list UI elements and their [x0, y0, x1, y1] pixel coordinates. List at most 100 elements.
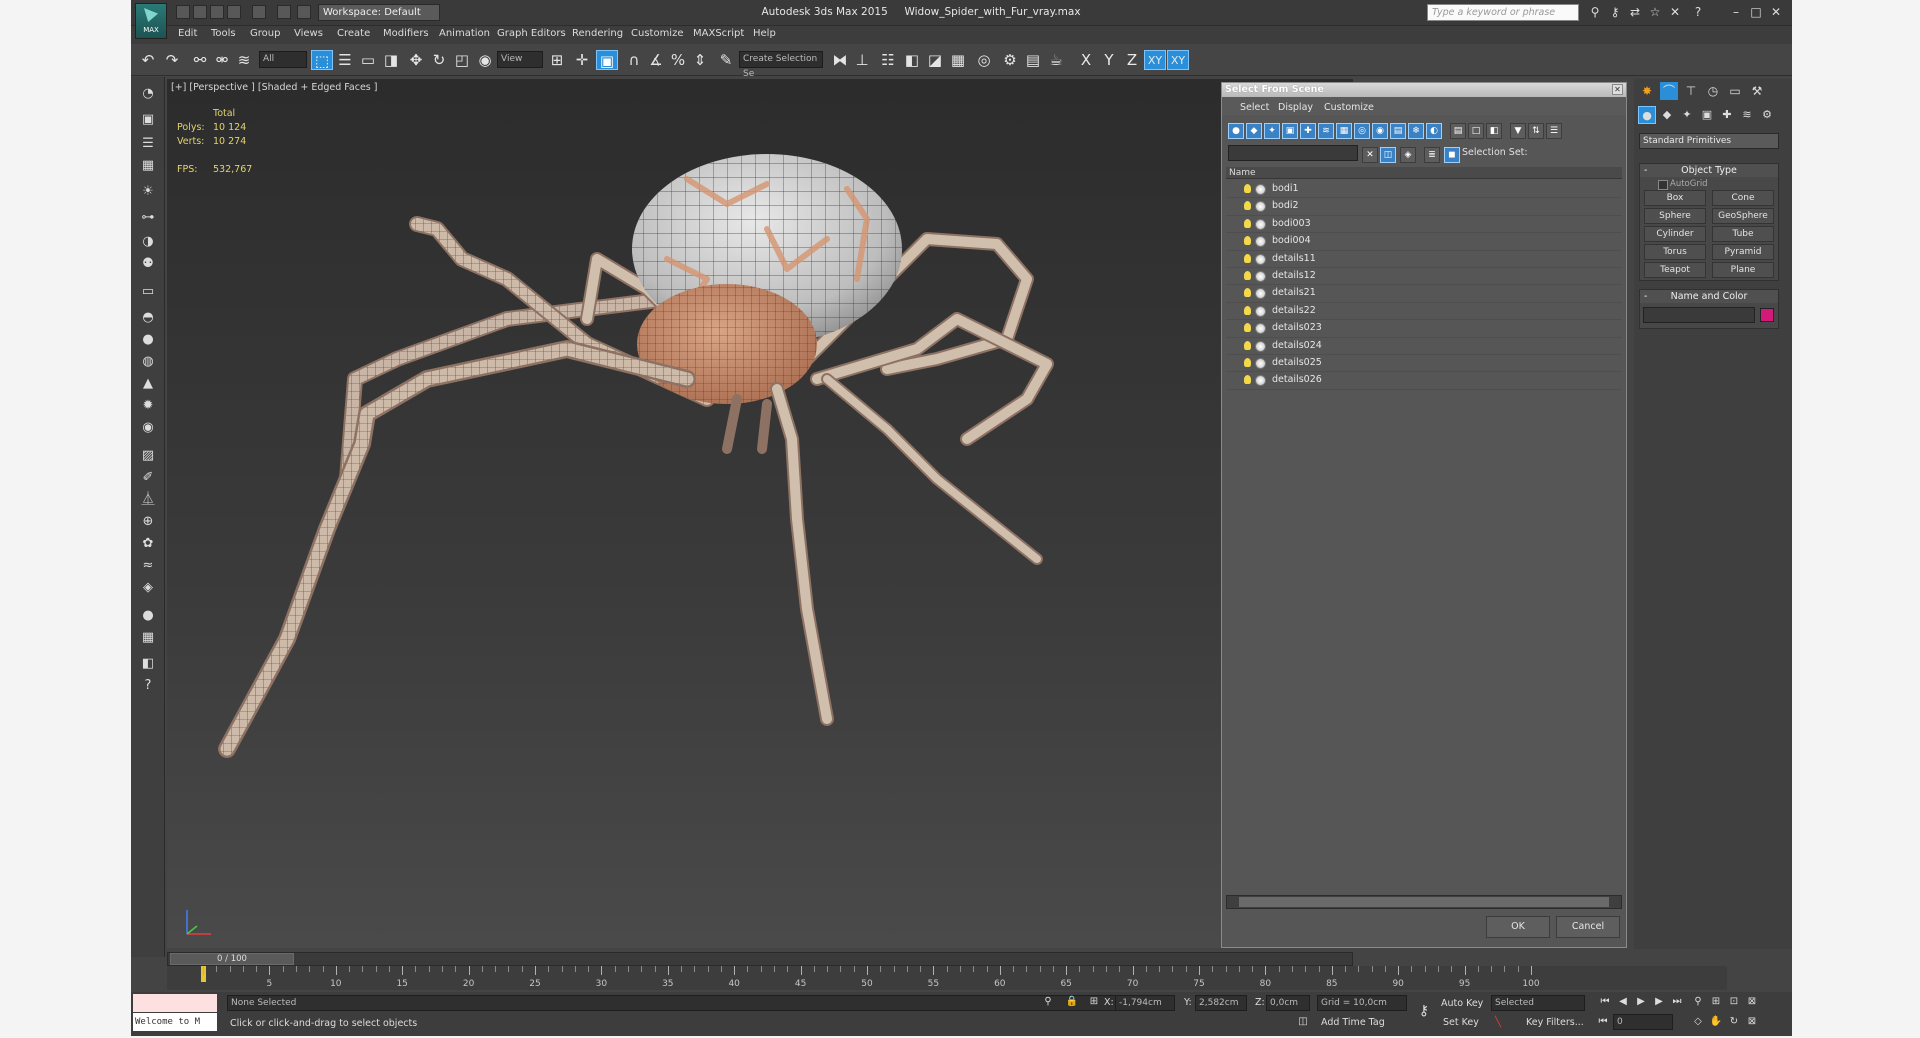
object-visibility-icon[interactable] [1255, 340, 1266, 352]
torus-button[interactable]: Torus [1644, 244, 1706, 260]
batch-render-icon[interactable]: ◧ [139, 655, 157, 673]
plane-object-icon[interactable]: ▭ [139, 283, 157, 301]
object-color-swatch[interactable] [1760, 308, 1774, 322]
list-item[interactable]: details026 [1226, 372, 1622, 390]
object-visibility-icon[interactable] [1255, 253, 1266, 265]
object-name-field[interactable] [1643, 307, 1755, 323]
orbit-icon[interactable]: ↻ [1727, 1015, 1741, 1029]
select-manipulate-icon[interactable]: ✛ [571, 50, 593, 70]
field-of-view-icon[interactable]: ◇ [1691, 1015, 1705, 1029]
list-item[interactable]: details21 [1226, 285, 1622, 303]
unlink-icon[interactable]: ⚮ [211, 50, 233, 70]
camera-icon[interactable]: ⚉ [139, 255, 157, 273]
filter-space-warps-icon[interactable]: ≋ [1318, 123, 1334, 139]
sky-light-icon[interactable]: ◉ [139, 419, 157, 437]
filter-helpers-icon[interactable]: ✚ [1300, 123, 1316, 139]
menu-modifiers[interactable]: Modifiers [383, 28, 429, 39]
hierarchy-tab-icon[interactable]: ⊤ [1682, 82, 1700, 100]
cone-button[interactable]: Cone [1712, 190, 1774, 206]
sphere-object-icon[interactable]: ● [139, 331, 157, 349]
globe-icon[interactable]: ⊕ [139, 513, 157, 531]
close-window-icon[interactable]: ✕ [1769, 5, 1783, 19]
helpers-category-icon[interactable]: ✚ [1718, 106, 1736, 124]
binoculars-icon[interactable]: ⚲ [1588, 5, 1602, 19]
cancel-button[interactable]: Cancel [1556, 916, 1620, 938]
menu-edit[interactable]: Edit [178, 28, 197, 39]
track-bar[interactable]: 5 10 15 20 25 30 35 40 45 50 55 60 65 70 75 80 85 90 95 100 [167, 966, 1727, 990]
light-bulb-icon[interactable] [1244, 236, 1251, 246]
spinner-snap-icon[interactable]: ⇕ [689, 50, 711, 70]
new-file-icon[interactable] [176, 5, 190, 19]
z-coordinate-field[interactable]: 0,0cm [1266, 995, 1310, 1011]
curve-editor-icon[interactable]: ◪ [924, 50, 946, 70]
workspace-dropdown[interactable]: Workspace: Default [318, 4, 440, 21]
project-folder-icon[interactable] [277, 5, 291, 19]
time-slider-thumb[interactable]: 0 / 100 [170, 953, 294, 965]
key-icon[interactable]: ╲ [1491, 1016, 1505, 1030]
pivot-center-icon[interactable]: ⊞ [546, 50, 568, 70]
time-slider[interactable]: 0 / 100 [167, 952, 1353, 966]
align-icon[interactable]: ⊥ [851, 50, 873, 70]
rendered-frame-icon[interactable]: ▤ [1022, 50, 1044, 70]
mirror-icon[interactable]: ⧓ [829, 50, 851, 70]
help-icon[interactable]: ? [1691, 5, 1705, 19]
select-by-name-icon[interactable]: ☰ [334, 50, 356, 70]
torus-object-icon[interactable]: ◍ [139, 353, 157, 371]
menu-rendering[interactable]: Rendering [572, 28, 623, 39]
info-icon[interactable]: ? [139, 677, 157, 695]
menu-tools[interactable]: Tools [211, 28, 236, 39]
utilities-tab-icon[interactable]: ⚒ [1748, 82, 1766, 100]
window-crossing-icon[interactable]: ◨ [380, 50, 402, 70]
angle-snap-icon[interactable]: ∡ [645, 50, 667, 70]
axis-xy-button[interactable]: XY [1144, 50, 1166, 70]
key-icon[interactable]: ⚷ [1608, 5, 1622, 19]
light-bulb-icon[interactable] [1244, 340, 1251, 350]
cameras-category-icon[interactable]: ▣ [1698, 106, 1716, 124]
orbit-icon[interactable]: ◑ [139, 233, 157, 251]
filter-geometry-icon[interactable]: ● [1228, 123, 1244, 139]
zoom-extents-all-icon[interactable]: ⊠ [1745, 995, 1759, 1009]
table-icon[interactable]: ▦ [139, 157, 157, 175]
go-to-end-icon[interactable]: ⏭ [1670, 995, 1684, 1009]
filter-cameras-icon[interactable]: ▣ [1282, 123, 1298, 139]
light-bulb-icon[interactable] [1244, 218, 1251, 228]
play-icon[interactable]: ▶ [1634, 995, 1648, 1009]
y-coordinate-field[interactable]: 2,582cm [1195, 995, 1247, 1011]
lights-category-icon[interactable]: ✦ [1678, 106, 1696, 124]
layer-manager-icon[interactable]: ◧ [901, 50, 923, 70]
time-tag-icon[interactable]: ◫ [1296, 1015, 1310, 1029]
filter-containers-icon[interactable]: ▤ [1390, 123, 1406, 139]
selection-lock-icon[interactable]: 🔒 [1065, 995, 1079, 1009]
axis-y-button[interactable]: Y [1098, 50, 1120, 70]
find-case-icon[interactable]: ◫ [1380, 147, 1396, 163]
scrollbar-thumb[interactable] [1239, 897, 1609, 907]
geometry-category-icon[interactable]: ● [1638, 106, 1656, 124]
light-bulb-icon[interactable]: ☀ [139, 183, 157, 201]
axis-x-button[interactable]: X [1075, 50, 1097, 70]
object-visibility-icon[interactable] [1255, 218, 1266, 230]
x-coordinate-field[interactable]: -1,794cm [1115, 995, 1175, 1011]
clear-find-icon[interactable]: ✕ [1362, 147, 1378, 163]
edit-named-selection-icon[interactable]: ✎ [715, 50, 737, 70]
menu-create[interactable]: Create [337, 28, 370, 39]
list-item[interactable]: details12 [1226, 268, 1622, 286]
render-setup-icon[interactable]: ⚙ [999, 50, 1021, 70]
list-item[interactable]: bodi004 [1226, 233, 1622, 251]
save-file-icon[interactable] [210, 5, 224, 19]
bind-space-warp-icon[interactable]: ≋ [233, 50, 255, 70]
object-visibility-icon[interactable] [1255, 305, 1266, 317]
render-frame-icon[interactable]: ▣ [139, 111, 157, 129]
dialog-menu-display[interactable]: Display [1278, 102, 1313, 113]
move-icon[interactable]: ✥ [405, 50, 427, 70]
menu-help[interactable]: Help [753, 28, 776, 39]
undo-icon[interactable] [227, 5, 241, 19]
zoom-all-icon[interactable]: ⊞ [1709, 995, 1723, 1009]
filter-lights-icon[interactable]: ✦ [1264, 123, 1280, 139]
name-column-header[interactable]: Name [1226, 167, 1622, 179]
geosphere-button[interactable]: GeoSphere [1712, 208, 1774, 224]
selection-filter-dropdown[interactable]: All [259, 51, 307, 68]
dialog-find-field[interactable] [1228, 145, 1358, 161]
tube-button[interactable]: Tube [1712, 226, 1774, 242]
list-horizontal-scrollbar[interactable] [1226, 895, 1622, 909]
material-editor-icon[interactable]: ◎ [973, 50, 995, 70]
